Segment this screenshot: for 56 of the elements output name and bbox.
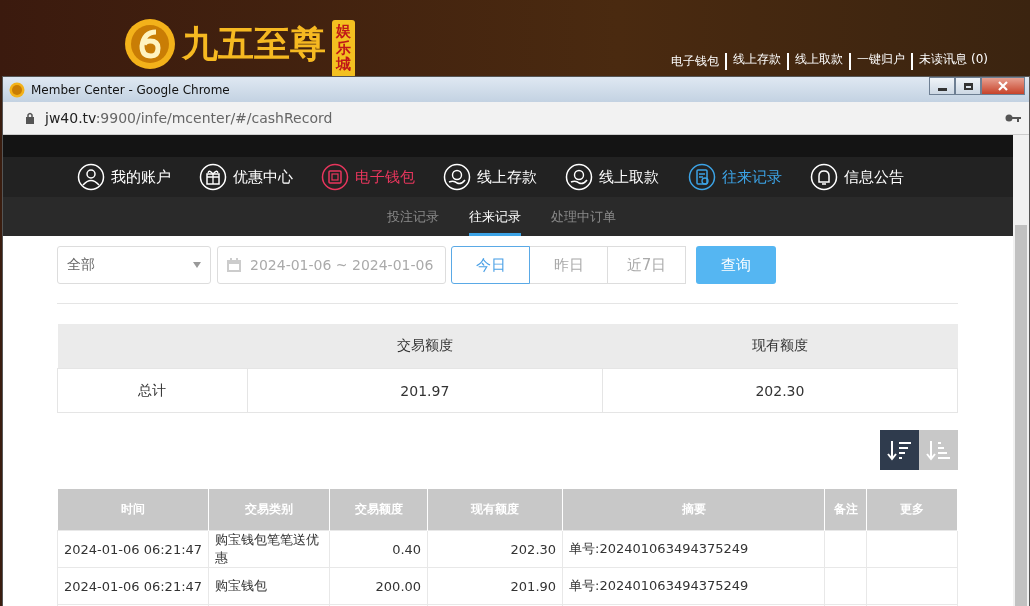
sort-icon [886, 438, 913, 462]
header-link[interactable]: 一键归户 [849, 53, 912, 70]
nav-item[interactable]: 我的账户 [77, 163, 199, 191]
sort-descending-button[interactable] [880, 430, 919, 470]
logo-text: 九五至尊 [182, 20, 326, 66]
maximize-button[interactable] [955, 77, 981, 95]
nav-item[interactable]: 线上存款 [443, 163, 565, 191]
hand-coin-icon [443, 163, 471, 191]
user-icon [77, 163, 105, 191]
table-cell: 202.30 [510, 541, 557, 557]
sub-tab[interactable]: 处理中订单 [550, 197, 616, 236]
table-cell: 200.00 [375, 578, 422, 594]
table-cell: 单号:202401063494375249 [569, 578, 749, 593]
table-cell: 单号:202401063494375249 [569, 541, 749, 556]
table-cell: 202.30 [602, 368, 958, 413]
table-cell: 总计 [57, 368, 248, 413]
coin-logo-icon [124, 18, 176, 70]
address-bar[interactable]: jw40.tv:9900/infe/mcenter/#/cashRecord [45, 110, 333, 126]
sub-tab[interactable]: 往来记录 [468, 197, 521, 236]
key-icon[interactable] [1005, 113, 1021, 123]
type-dropdown[interactable]: 全部 [57, 246, 211, 284]
bell-icon [810, 163, 838, 191]
header-link[interactable]: 线上存款 [725, 53, 788, 70]
close-button[interactable] [981, 77, 1025, 95]
logo-badge: 娱乐城 [332, 20, 355, 78]
nav-item[interactable]: 优惠中心 [199, 163, 321, 191]
caret-icon [193, 262, 201, 268]
column-header: 交易额度 [247, 324, 603, 369]
close-icon [997, 81, 1009, 91]
table-cell: 201.97 [247, 368, 603, 413]
column-header: 现有额度 [602, 324, 958, 369]
clipboard-icon [688, 163, 716, 191]
calendar-icon [226, 257, 242, 273]
scrollbar-thumb[interactable] [1015, 225, 1027, 606]
nav-item[interactable]: 电子钱包 [321, 163, 443, 191]
nav-item[interactable]: 往来记录 [688, 163, 810, 191]
header-link[interactable]: 电子钱包 [665, 53, 726, 70]
header-link[interactable]: 线上取款 [787, 53, 850, 70]
table-cell: 2024-01-06 06:21:47 [64, 541, 203, 557]
window-title: Member Center - Google Chrome [31, 82, 230, 97]
minimize-button[interactable] [929, 77, 955, 95]
hand-coin-icon [565, 163, 593, 191]
table-cell: 购宝钱包笔笔送优惠 [215, 532, 320, 565]
table-cell: 201.90 [510, 578, 557, 594]
table-cell: 购宝钱包 [215, 578, 268, 593]
sort-icon [925, 438, 952, 462]
lock-icon [25, 112, 35, 124]
table-cell: 2024-01-06 06:21:47 [64, 578, 203, 594]
coin-logo-icon [9, 81, 25, 98]
header-link[interactable]: 未读讯息 (0) [911, 53, 994, 70]
nav-item[interactable]: 信息公告 [810, 163, 932, 191]
table-cell: 0.40 [392, 541, 422, 557]
nav-item[interactable]: 线上取款 [565, 163, 688, 191]
sub-tab[interactable]: 投注记录 [386, 197, 439, 236]
gift-icon [199, 163, 227, 191]
wallet-icon [321, 163, 349, 191]
